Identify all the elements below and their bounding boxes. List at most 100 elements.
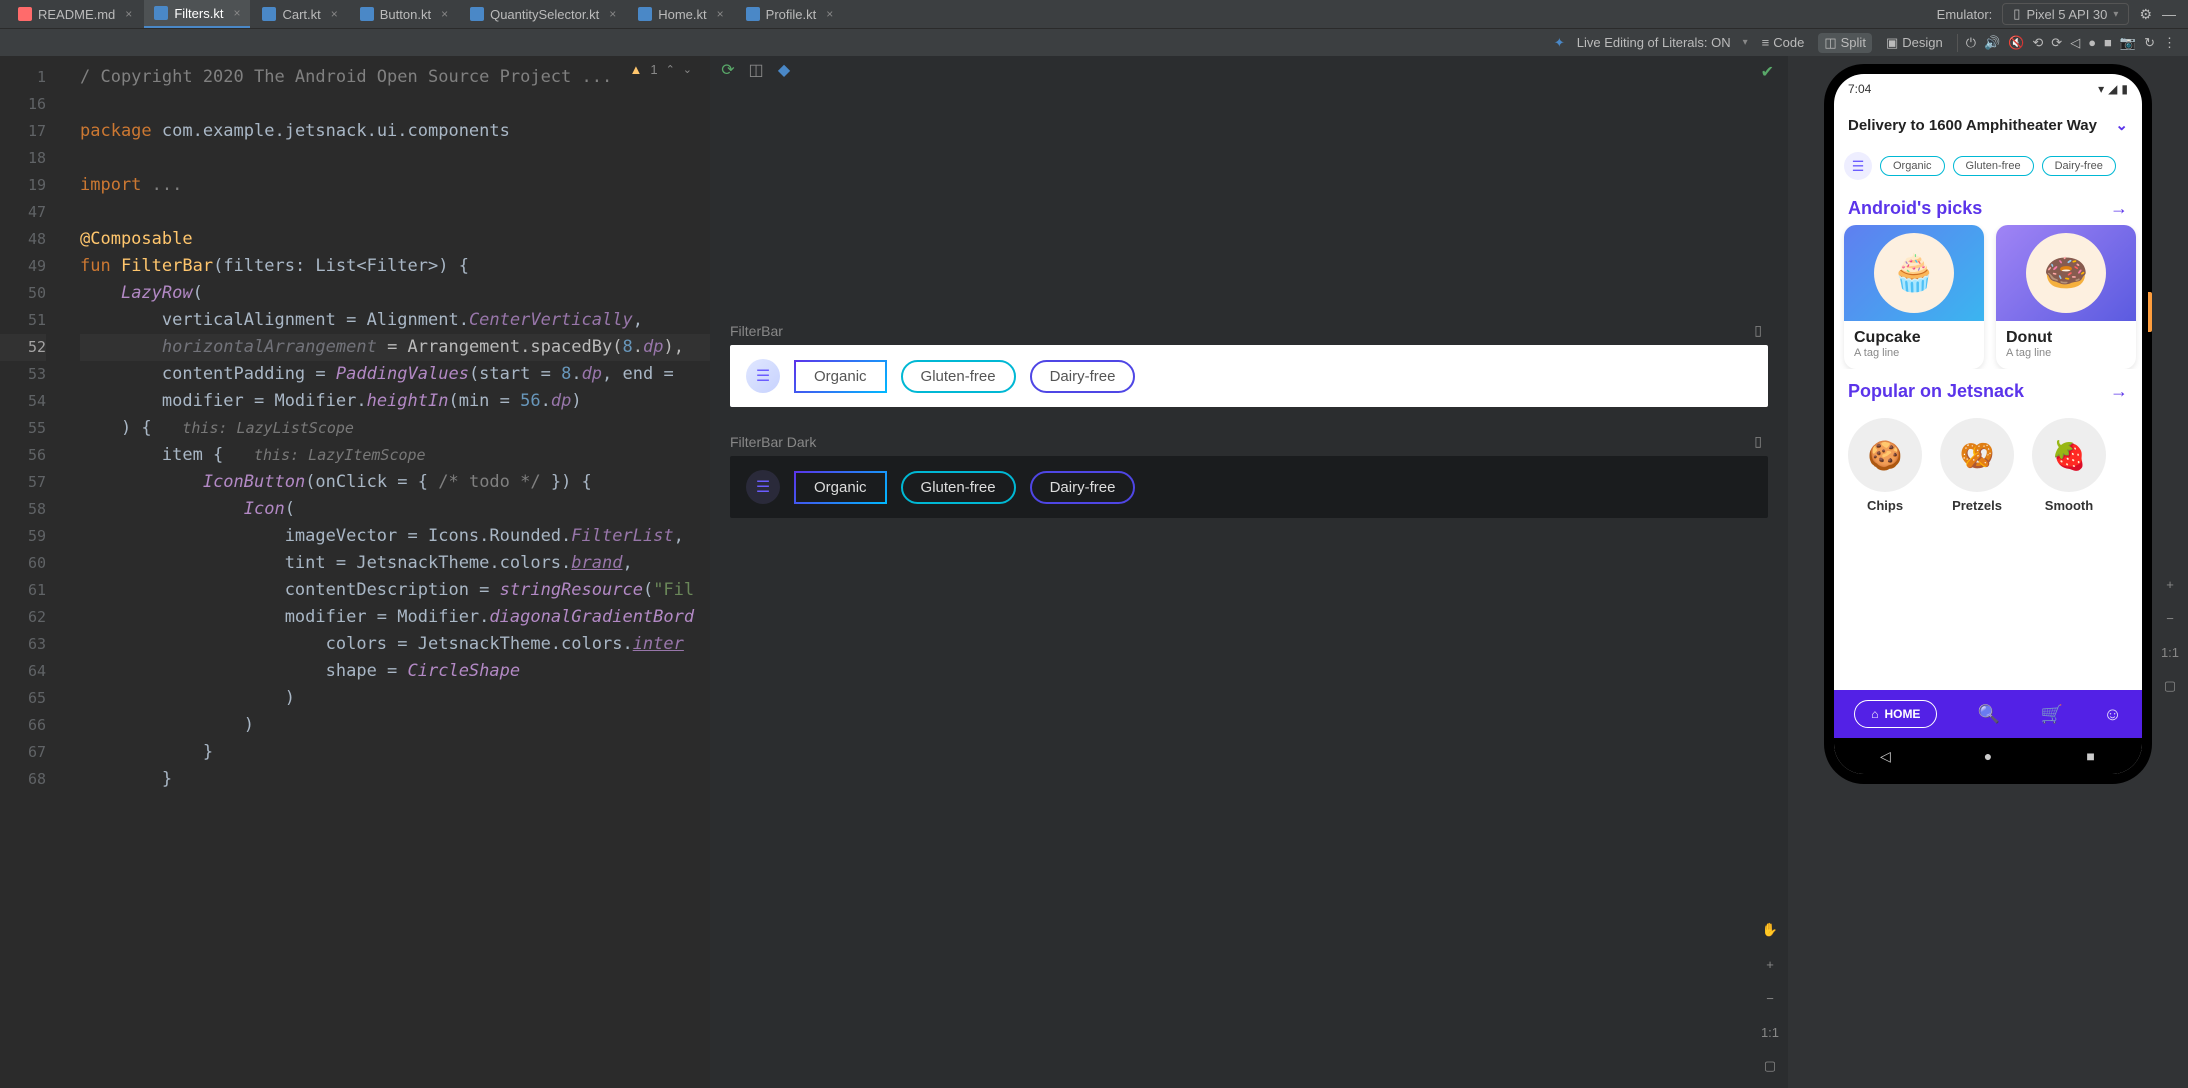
view-design-button[interactable]: ▣Design	[1880, 33, 1949, 53]
refresh-icon[interactable]: ⟳	[718, 60, 738, 80]
sys-overview-icon[interactable]: ■	[2083, 748, 2099, 764]
chevron-down-icon: ▾	[2113, 9, 2118, 20]
minimize-icon[interactable]: —	[2162, 6, 2176, 22]
filterbar-preview-dark[interactable]: ☰ Organic Gluten-free Dairy-free	[730, 456, 1768, 518]
device-selector-area: Emulator: ▯ Pixel 5 API 30 ▾ ⚙ —	[1937, 3, 2188, 25]
code-content[interactable]: / Copyright 2020 The Android Open Source…	[0, 56, 710, 793]
next-highlight-icon[interactable]: ⌄	[683, 63, 692, 76]
arrow-right-icon[interactable]: →	[2110, 198, 2128, 219]
tab-readme[interactable]: README.md×	[8, 0, 142, 28]
split-view-icon: ◫	[1824, 35, 1836, 51]
build-ok-icon: ✔	[1761, 62, 1774, 82]
status-time: 7:04	[1848, 82, 1871, 96]
zoom-ratio[interactable]: 1:1	[2158, 640, 2182, 664]
zoom-in-icon[interactable]: +	[2158, 572, 2182, 596]
more-icon[interactable]: ⋮	[2163, 35, 2176, 51]
screenshot-icon[interactable]: 📷	[2120, 35, 2136, 51]
snack-card[interactable]: 🧁 CupcakeA tag line	[1844, 225, 1984, 369]
zoom-in-icon[interactable]: +	[1758, 952, 1782, 976]
tab-profile[interactable]: Profile.kt×	[736, 0, 844, 28]
interactive-icon[interactable]: ◫	[746, 60, 766, 80]
settings-icon[interactable]: ⚙	[2139, 6, 2152, 23]
compose-preview-pane[interactable]: ⟳ ◫ ◆ ✔ FilterBar▯ ☰ Organic Gluten-free…	[710, 56, 1788, 1088]
layers-icon[interactable]: ◆	[774, 60, 794, 80]
nav-cart-icon[interactable]: 🛒	[2041, 704, 2063, 725]
filter-chip[interactable]: Dairy-free	[1030, 471, 1136, 504]
device-dropdown[interactable]: ▯ Pixel 5 API 30 ▾	[2002, 3, 2129, 25]
signal-icon: ◢	[2108, 82, 2117, 96]
close-icon[interactable]: ×	[441, 7, 448, 21]
tab-cart[interactable]: Cart.kt×	[252, 0, 347, 28]
volume-down-icon[interactable]: 🔇	[2008, 35, 2024, 51]
volume-up-icon[interactable]: 🔊	[1984, 35, 2000, 51]
zoom-out-icon[interactable]: −	[2158, 606, 2182, 630]
section-header: Popular on Jetsnack →	[1834, 369, 2142, 408]
home-nav-icon[interactable]: ●	[2088, 35, 2096, 50]
phone-screen[interactable]: 7:04 ▾◢▮ Delivery to 1600 Amphitheater W…	[1834, 74, 2142, 774]
snack-cards-row[interactable]: 🧁 CupcakeA tag line 🍩 DonutA tag line	[1834, 225, 2142, 369]
close-icon[interactable]: ×	[125, 7, 132, 21]
filter-chip[interactable]: Gluten-free	[1953, 156, 2034, 176]
rotate-right-icon[interactable]: ⟳	[2051, 35, 2062, 51]
design-view-icon: ▣	[1886, 35, 1898, 51]
card-subtitle: A tag line	[2006, 347, 2126, 359]
filter-list-icon: ☰	[746, 470, 780, 504]
power-icon[interactable]: ⏻	[1966, 35, 1976, 51]
popular-row[interactable]: 🍪Chips 🥨Pretzels 🍓Smooth	[1834, 408, 2142, 523]
snapshot-icon[interactable]: ↻	[2144, 35, 2155, 51]
view-code-button[interactable]: ≡Code	[1756, 33, 1811, 52]
sys-home-icon[interactable]: ●	[1980, 748, 1996, 764]
rotate-left-icon[interactable]: ⟲	[2032, 35, 2043, 51]
filter-list-icon[interactable]: ☰	[1844, 152, 1872, 180]
tab-button[interactable]: Button.kt×	[350, 0, 458, 28]
zoom-out-icon[interactable]: −	[1758, 986, 1782, 1010]
nav-home-button[interactable]: ⌂HOME	[1854, 700, 1937, 728]
filterbar-preview-light[interactable]: ☰ Organic Gluten-free Dairy-free	[730, 345, 1768, 407]
tab-quantity[interactable]: QuantitySelector.kt×	[460, 0, 626, 28]
close-icon[interactable]: ×	[717, 7, 724, 21]
warning-count: 1	[650, 62, 657, 77]
prev-highlight-icon[interactable]: ⌃	[666, 63, 675, 76]
snack-round[interactable]: 🍪Chips	[1848, 418, 1922, 513]
close-icon[interactable]: ×	[826, 7, 833, 21]
main-split: ▲1 ⌃ ⌄ 116171819474849505152535455565758…	[0, 56, 2188, 1088]
pan-icon[interactable]: ✋	[1758, 918, 1782, 942]
snack-round[interactable]: 🥨Pretzels	[1940, 418, 2014, 513]
zoom-fit-icon[interactable]: ▢	[1758, 1054, 1782, 1078]
zoom-ratio[interactable]: 1:1	[1758, 1020, 1782, 1044]
phone-filter-bar[interactable]: ☰ Organic Gluten-free Dairy-free	[1834, 146, 2142, 186]
view-split-button[interactable]: ◫Split	[1818, 33, 1872, 53]
tab-home[interactable]: Home.kt×	[628, 0, 733, 28]
nav-profile-icon[interactable]: ☺	[2103, 704, 2121, 725]
close-icon[interactable]: ×	[609, 7, 616, 21]
filter-chip[interactable]: Organic	[1880, 156, 1945, 176]
close-icon[interactable]: ×	[233, 6, 240, 20]
snack-card[interactable]: 🍩 DonutA tag line	[1996, 225, 2136, 369]
filter-chip[interactable]: Organic	[794, 360, 887, 393]
chevron-down-icon[interactable]: ▾	[1743, 37, 1748, 48]
battery-icon: ▮	[2121, 82, 2128, 96]
sys-back-icon[interactable]: ◁	[1877, 748, 1893, 765]
overview-nav-icon[interactable]: ■	[2104, 35, 2112, 50]
section-header: Android's picks →	[1834, 186, 2142, 225]
filter-chip[interactable]: Dairy-free	[1030, 360, 1136, 393]
back-nav-icon[interactable]: ◁	[2070, 35, 2080, 51]
zoom-fit-icon[interactable]: ▢	[2158, 674, 2182, 698]
nav-search-icon[interactable]: 🔍	[1978, 704, 2000, 725]
line-gutter[interactable]: 1161718194748495051525354555657585960616…	[0, 56, 60, 793]
filter-chip[interactable]: Gluten-free	[901, 471, 1016, 504]
filter-chip[interactable]: Gluten-free	[901, 360, 1016, 393]
inspections-widget[interactable]: ▲1 ⌃ ⌄	[629, 62, 692, 77]
code-editor[interactable]: ▲1 ⌃ ⌄ 116171819474849505152535455565758…	[0, 56, 710, 1088]
close-icon[interactable]: ×	[331, 7, 338, 21]
kotlin-file-icon	[262, 7, 276, 21]
tab-filters[interactable]: Filters.kt×	[144, 0, 250, 28]
deploy-icon[interactable]: ▯	[1754, 322, 1762, 339]
filter-chip[interactable]: Dairy-free	[2042, 156, 2116, 176]
arrow-right-icon[interactable]: →	[2110, 381, 2128, 402]
snack-round[interactable]: 🍓Smooth	[2032, 418, 2106, 513]
filter-chip[interactable]: Organic	[794, 471, 887, 504]
delivery-header[interactable]: Delivery to 1600 Amphitheater Way ⌄	[1834, 104, 2142, 146]
live-edit-label[interactable]: Live Editing of Literals: ON	[1577, 35, 1731, 50]
deploy-icon[interactable]: ▯	[1754, 433, 1762, 450]
